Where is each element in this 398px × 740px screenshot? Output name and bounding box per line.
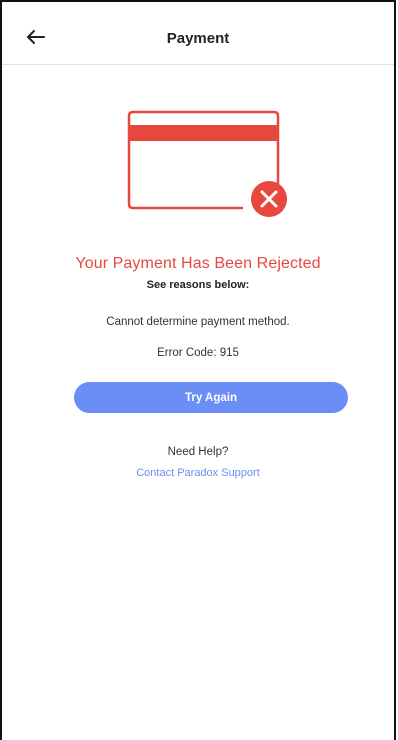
contact-support-link[interactable]: Contact Paradox Support — [136, 467, 260, 479]
page-title: Payment — [166, 30, 230, 47]
rejection-reason: Cannot determine payment method. — [106, 316, 290, 328]
payment-screen: Payment Your Payment Has Been Rejected S… — [0, 0, 396, 740]
error-code: Error Code: 915 — [157, 347, 239, 359]
rejection-title: Your Payment Has Been Rejected — [75, 255, 321, 272]
app-header: Payment — [2, 2, 394, 65]
try-again-button[interactable]: Try Again — [74, 382, 348, 413]
reasons-subtitle: See reasons below: — [146, 279, 250, 291]
help-question: Need Help? — [167, 446, 229, 458]
rejected-card-icon — [127, 110, 287, 217]
rejected-card-illustration — [121, 110, 297, 222]
support-link-container: Contact Paradox Support — [2, 467, 394, 479]
